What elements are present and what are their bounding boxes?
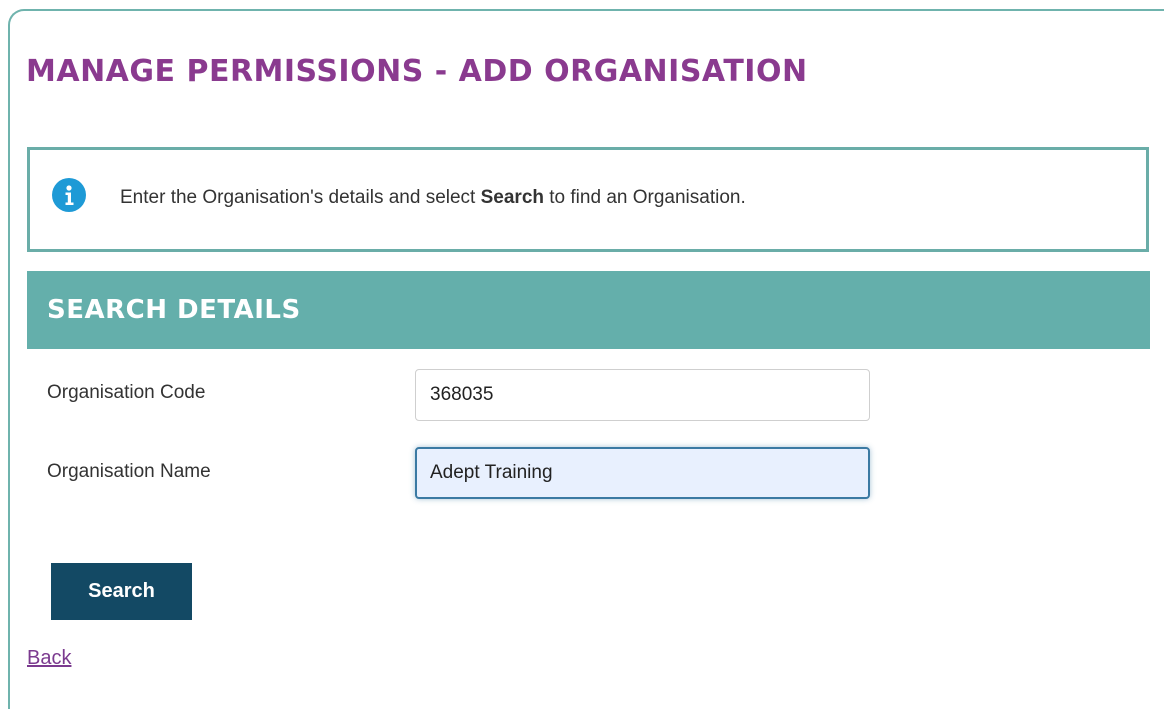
section-title: SEARCH DETAILS <box>47 295 301 325</box>
info-box: Enter the Organisation's details and sel… <box>27 147 1149 252</box>
organisation-name-label: Organisation Name <box>47 461 211 482</box>
search-button[interactable]: Search <box>51 563 192 620</box>
organisation-name-input[interactable] <box>415 447 870 499</box>
page-title: MANAGE PERMISSIONS - ADD ORGANISATION <box>26 54 808 89</box>
back-link[interactable]: Back <box>27 647 71 670</box>
organisation-code-input[interactable] <box>415 369 870 421</box>
info-icon <box>52 178 86 212</box>
info-message: Enter the Organisation's details and sel… <box>120 187 746 209</box>
info-text-before: Enter the Organisation's details and sel… <box>120 187 481 208</box>
info-text-bold: Search <box>480 187 544 208</box>
info-text-after: to find an Organisation. <box>544 187 746 208</box>
organisation-code-label: Organisation Code <box>47 382 206 403</box>
search-details-header: SEARCH DETAILS <box>27 271 1150 349</box>
